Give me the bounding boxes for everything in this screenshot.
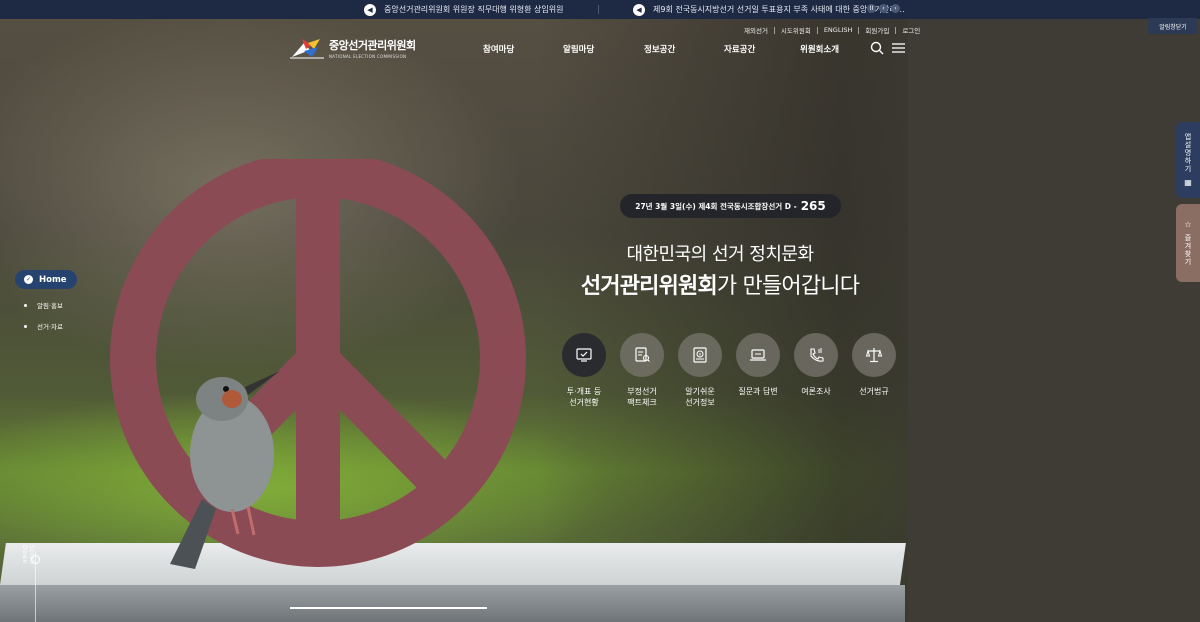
election-logo-icon [290,39,324,59]
scroll-dot-icon [31,555,40,564]
section-nav-label: 알림·홍보 [37,302,63,310]
quick-links: 투·개표 등 선거현황 부정선거 팩트체크 알기쉬운 선거정보 질문과 답변 여… [562,333,896,408]
nav-participation[interactable]: 참여마당 [483,43,563,55]
close-notice-button[interactable]: 알림창닫기 [1148,18,1198,34]
search-icon[interactable] [870,41,884,55]
star-icon: ☆ [1184,220,1192,229]
hero-headline-bold: 선거관리위원회 [580,274,718,299]
speaker-icon: ◀ [633,3,645,16]
quick-link-election-info[interactable]: 알기쉬운 선거정보 [678,333,722,408]
notice-item[interactable]: ◀ 중앙선거관리위원회 위원장 직무대행 위형환 상임위원 [364,0,563,19]
notice-text: 중앙선거관리위원회 위원장 직무대행 위형환 상임위원 [384,5,564,14]
hero-headline-1: 대한민국의 선거 정치문화 [626,244,814,265]
phone-chart-icon [810,348,824,362]
document-search-icon [635,347,650,362]
nav-resources[interactable]: 자료공간 [724,43,800,55]
quick-link-election-law[interactable]: 선거법규 [852,333,896,408]
hero-headline-rest: 가 만들어갑니다 [716,274,860,299]
dday-text: 27년 3월 3일(수) 제4회 전국동시조합장선거 D - [635,201,797,211]
book-info-icon [693,347,707,363]
quick-link-label: 선거법규 [859,387,889,396]
logo-korean-text: 중앙선거관리위원회 [329,39,416,52]
util-link-overseas[interactable]: 재외선거 [744,25,768,35]
util-link-regional[interactable]: 시도위원회 [781,25,811,35]
quick-link-poll[interactable]: 여론조사 [794,333,838,408]
logo-english-text: NATIONAL ELECTION COMMISSION [329,54,407,59]
side-tab-app-guide[interactable]: 앱설명하기 ▦ [1176,122,1200,198]
hero-headline-2: 선거관리위원회가 만들어갑니다 [560,268,880,300]
quick-link-label: 알기쉬운 선거정보 [685,387,715,407]
qr-icon: ▦ [1184,178,1192,187]
monitor-check-icon [576,348,592,362]
util-link-login[interactable]: 로그인 [902,25,920,35]
quick-link-election-status[interactable]: 투·개표 등 선거현황 [562,333,606,408]
quick-link-fact-check[interactable]: 부정선거 팩트체크 [620,333,664,408]
check-icon: ✓ [24,275,33,284]
hamburger-menu-icon[interactable] [892,42,905,54]
laptop-chat-icon [750,349,766,361]
utility-links: 재외선거 시도위원회 ENGLISH 회원가입 로그인 [744,25,920,35]
site-logo[interactable]: 중앙선거관리위원회 NATIONAL ELECTION COMMISSION [290,37,416,59]
bullet-dot [24,324,27,328]
hero-background [0,19,1200,622]
notice-divider [598,5,599,14]
notice-bar: ◀ 중앙선거관리위원회 위원장 직무대행 위형환 상임위원 ◀ 제9회 전국동시… [0,0,1200,19]
quick-link-label: 투·개표 등 선거현황 [566,387,602,407]
table-edge [0,585,905,622]
section-nav-home-label: Home [39,274,67,285]
quick-link-label: 부정선거 팩트체크 [627,387,657,407]
section-nav-label: 선거·자료 [37,323,63,331]
bullet-dot [24,303,27,307]
scale-icon [865,348,883,363]
util-link-signup[interactable]: 회원가입 [865,25,889,35]
side-tab-label: 앱설명하기 [1184,133,1192,173]
nav-notice[interactable]: 알림마당 [563,43,644,55]
next-icon[interactable]: › [891,4,900,13]
right-dark-panel [908,19,1200,622]
quick-link-qna[interactable]: 질문과 답변 [736,333,780,408]
quick-link-label: 질문과 답변 [738,387,778,396]
pause-icon[interactable]: II [867,4,876,13]
util-link-english[interactable]: ENGLISH [824,26,853,34]
section-nav-notice[interactable]: 알림·홍보 [15,300,77,310]
side-tab-label: 즐겨찾기 [1184,234,1192,266]
left-section-nav: ✓ Home 알림·홍보 선거·자료 [15,270,77,331]
notice-item[interactable]: ◀ 제9회 전국동시지방선거 선거일 투표용지 부족 사태에 대한 중앙선거관리… [633,0,905,19]
dday-badge[interactable]: 27년 3월 3일(수) 제4회 전국동시조합장선거 D - 265 [620,194,841,218]
nav-information[interactable]: 정보공간 [644,43,724,55]
notice-controls: II ‹ › [867,4,900,13]
side-tab-favorites[interactable]: ☆ 즐겨찾기 [1176,204,1200,282]
speaker-icon: ◀ [364,3,376,16]
section-nav-home[interactable]: ✓ Home [15,270,77,289]
nav-about[interactable]: 위원회소개 [800,43,878,55]
quick-link-label: 여론조사 [801,387,831,396]
dday-count: 265 [800,199,826,213]
bird-image [170,371,280,569]
slide-progress-bar [290,607,487,609]
main-navigation: 참여마당 알림마당 정보공간 자료공간 위원회소개 [483,43,878,55]
section-nav-data[interactable]: 선거·자료 [15,321,77,331]
prev-icon[interactable]: ‹ [879,4,888,13]
